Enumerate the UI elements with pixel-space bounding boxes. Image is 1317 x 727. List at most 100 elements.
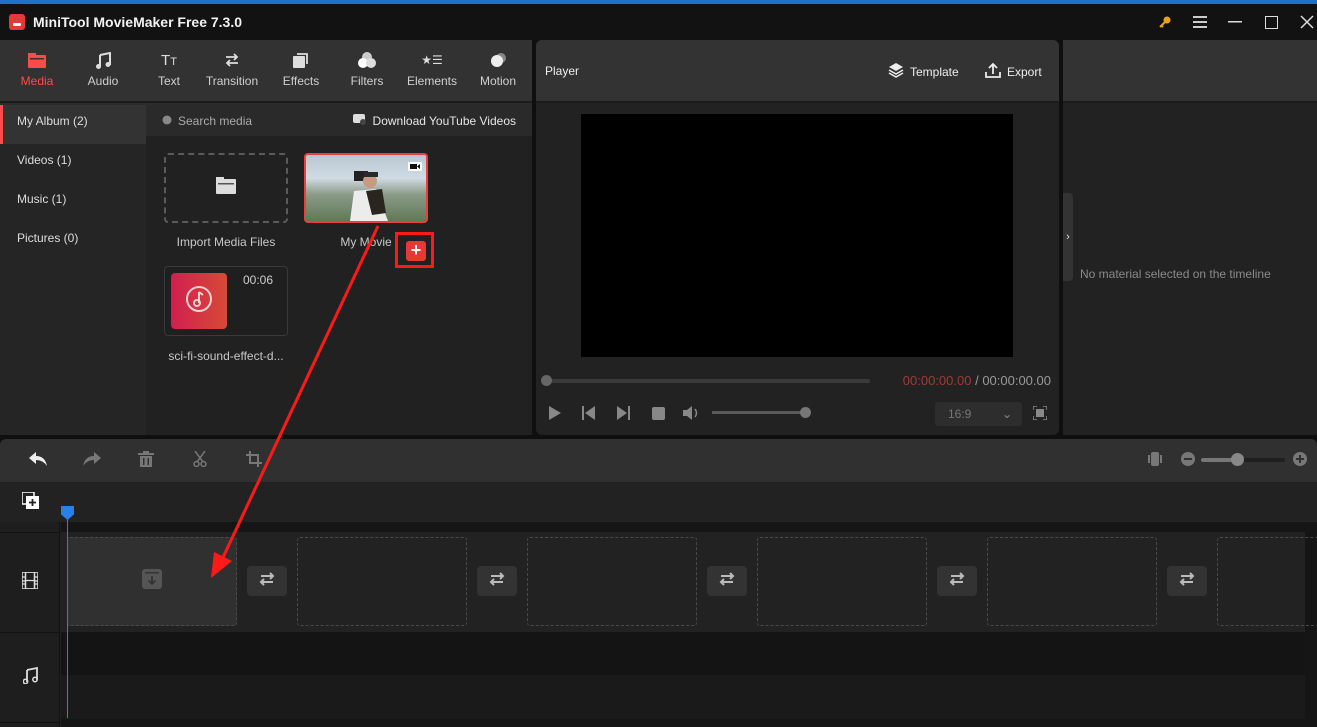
plus-circle-icon (1293, 451, 1307, 471)
redo-button[interactable] (82, 451, 102, 471)
timeline-clip-slot[interactable] (527, 537, 697, 626)
zoom-in-button[interactable] (1290, 451, 1310, 471)
total-time: 00:00:00.00 (982, 373, 1051, 388)
add-transition-button[interactable] (247, 566, 287, 596)
track-headers (0, 522, 60, 727)
empty-selection-message: No material selected on the timeline (1080, 267, 1271, 281)
tab-label: Elements (406, 74, 458, 88)
add-track-icon[interactable] (21, 491, 39, 514)
volume-slider[interactable] (712, 407, 811, 418)
properties-panel: › No material selected on the timeline (1063, 40, 1317, 435)
download-youtube-button[interactable]: Download YouTube Videos (352, 113, 516, 128)
tab-filters[interactable]: Filters (334, 50, 400, 94)
delete-button[interactable] (136, 450, 156, 471)
menu-icon[interactable] (1182, 4, 1218, 40)
media-item-audio[interactable]: 00:06 (164, 266, 288, 336)
timeline-clip-slot[interactable] (297, 537, 467, 626)
title-bar: MiniTool MovieMaker Free 7.3.0 (0, 4, 1317, 40)
motion-icon (465, 50, 531, 70)
sidebar-item-music[interactable]: Music (1) (0, 183, 146, 222)
import-media-tile[interactable] (164, 153, 288, 223)
current-time: 00:00:00.00 (902, 373, 972, 388)
download-youtube-label: Download YouTube Videos (372, 113, 516, 128)
video-track[interactable] (61, 532, 1317, 632)
key-icon[interactable] (1147, 4, 1183, 40)
fullscreen-icon[interactable] (1032, 404, 1048, 422)
sidebar-item-pictures[interactable]: Pictures (0) (0, 222, 146, 261)
folder-icon (4, 50, 70, 70)
folder-icon (216, 177, 236, 199)
text-icon: TT (161, 51, 177, 69)
volume-icon[interactable] (683, 404, 701, 422)
tab-motion[interactable]: Motion (465, 50, 531, 94)
timeline-clip-slot[interactable] (757, 537, 927, 626)
media-library: Search media Download YouTube Videos Imp… (146, 105, 532, 435)
player-panel: Player Template Export 00:00:00.00 / 00:… (536, 40, 1059, 435)
add-transition-button[interactable] (937, 566, 977, 596)
add-transition-button[interactable] (1167, 566, 1207, 596)
timeline-ruler[interactable] (0, 482, 1317, 522)
next-frame-button[interactable] (616, 404, 630, 422)
play-button[interactable] (548, 404, 562, 422)
timeline-toolbar (0, 439, 1317, 482)
tab-effects[interactable]: Effects (268, 50, 334, 94)
video-thumbnail (350, 171, 388, 221)
close-icon[interactable] (1289, 4, 1317, 40)
aspect-ratio-select[interactable]: 16:9 ⌄ (935, 402, 1022, 426)
audio-duration: 00:06 (242, 273, 273, 287)
seek-handle[interactable] (541, 375, 552, 386)
previous-frame-button[interactable] (582, 404, 596, 422)
volume-handle[interactable] (800, 407, 811, 418)
template-button[interactable]: Template (888, 62, 959, 81)
video-camera-icon (408, 158, 422, 171)
media-panel: Media Audio TT Text Transition Effects F… (0, 40, 532, 435)
export-icon (985, 62, 1001, 81)
album-sidebar: My Album (2) Videos (1) Music (1) Pictur… (0, 105, 146, 435)
fit-to-timeline-button[interactable] (1145, 451, 1165, 471)
search-icon (162, 114, 172, 128)
collapse-panel-button[interactable]: › (1063, 193, 1073, 281)
search-input[interactable]: Search media (162, 114, 252, 128)
chevron-right-icon: › (1066, 231, 1070, 243)
timeline-clip-slot[interactable] (1217, 537, 1317, 626)
layers-icon (888, 62, 904, 81)
audio-track[interactable] (61, 632, 1305, 675)
properties-header (1063, 40, 1317, 103)
tab-audio[interactable]: Audio (70, 50, 136, 94)
seek-bar[interactable] (541, 375, 870, 386)
tab-elements[interactable]: ★☰ Elements (399, 50, 465, 94)
search-placeholder: Search media (178, 113, 253, 128)
timeline-zoom-slider[interactable] (1201, 453, 1285, 466)
maximize-icon[interactable] (1253, 4, 1289, 40)
sidebar-item-videos[interactable]: Videos (1) (0, 144, 146, 183)
sidebar-item-my-album[interactable]: My Album (2) (0, 105, 146, 144)
tab-label: Audio (87, 74, 119, 88)
zoom-out-button[interactable] (1178, 451, 1198, 471)
tab-media[interactable]: Media (4, 50, 70, 94)
timeline-clip-slot[interactable] (987, 537, 1157, 626)
zoom-handle[interactable] (1231, 453, 1245, 466)
tab-transition[interactable]: Transition (199, 50, 265, 94)
crop-button[interactable] (244, 450, 264, 472)
stop-button[interactable] (651, 404, 665, 422)
undo-button[interactable] (28, 451, 48, 471)
split-button[interactable] (190, 450, 210, 471)
filters-icon (334, 50, 400, 70)
add-transition-button[interactable] (707, 566, 747, 596)
add-transition-button[interactable] (477, 566, 517, 596)
media-item-my-movie[interactable] (304, 153, 428, 223)
export-button[interactable]: Export (985, 62, 1042, 81)
my-movie-label: My Movie (340, 235, 392, 249)
tab-label: Media (20, 74, 54, 88)
app-title: MiniTool MovieMaker Free 7.3.0 (33, 14, 243, 30)
minimize-icon[interactable] (1217, 4, 1253, 40)
audio-track-lower (61, 675, 1305, 719)
music-disc-icon (184, 284, 214, 319)
tab-text[interactable]: TT Text (136, 50, 202, 94)
app-logo-icon (9, 14, 25, 30)
transition-arrows-icon (948, 571, 966, 591)
crop-icon (246, 450, 262, 472)
chevron-down-icon: ⌄ (1001, 407, 1012, 421)
tab-label: Motion (479, 74, 517, 88)
timeline-clip-slot[interactable] (67, 537, 237, 626)
